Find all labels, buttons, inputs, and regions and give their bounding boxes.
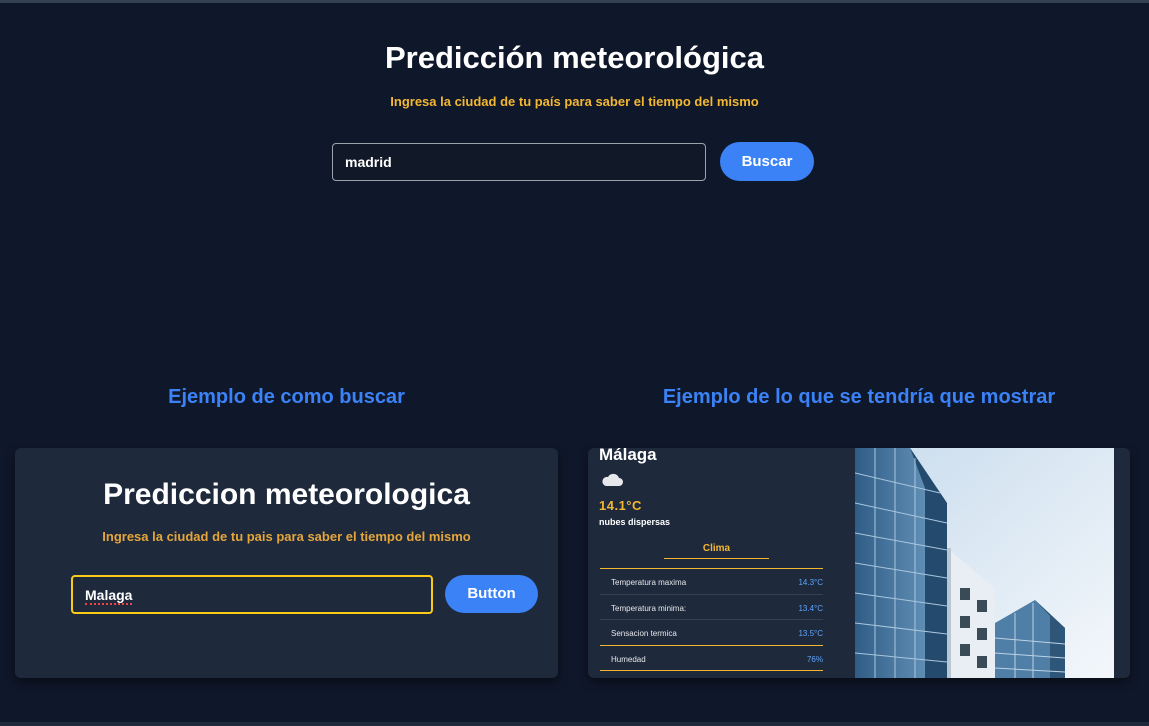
city-search-input[interactable] [332,143,706,181]
result-example-heading: Ejemplo de lo que se tendría que mostrar [662,386,1056,408]
page-subtitle: Ingresa la ciudad de tu país para saber … [390,94,759,109]
detail-row: Temperatura minima: 13.4°C [600,595,823,620]
card-right-edge [1114,448,1130,678]
search-button[interactable]: Buscar [720,142,814,181]
example-button: Button [445,575,538,613]
example-input-value: Malaga [85,587,133,605]
detail-value: 13.4°C [798,603,823,613]
clima-section-label: Clima [664,543,769,559]
detail-value: 14.3°C [798,578,823,587]
detail-label: Humedad [611,654,646,664]
detail-value: 76% [806,654,823,664]
detail-row: Humedad 76% [600,646,823,671]
example-search-input: Malaga [71,575,433,614]
detail-row: Temperatura maxima 14.3°C [600,569,823,595]
example-subtitle: Ingresa la ciudad de tu pais para saber … [102,529,471,544]
detail-value: 13.5°C [798,629,823,638]
bottom-border [0,722,1149,726]
cloud-icon [602,473,623,486]
weather-details-table: Temperatura maxima 14.3°C Temperatura mi… [600,568,823,671]
detail-row: Sensacion termica 13.5°C [600,620,823,646]
weather-description: nubes dispersas [599,517,671,527]
search-example-card: Prediccion meteorologica Ingresa la ciud… [15,448,558,678]
detail-label: Sensacion termica [611,629,677,638]
building-photo [855,448,1114,678]
temperature-value: 14.1°C [599,498,642,513]
result-example-card: Málaga 14.1°C nubes dispersas Clima Temp… [588,448,1130,678]
detail-label: Temperatura minima: [611,603,687,613]
example-title: Prediccion meteorologica [103,478,470,511]
top-border [0,0,1149,3]
detail-label: Temperatura maxima [611,578,687,587]
page-title: Predicción meteorológica [385,40,764,75]
search-example-heading: Ejemplo de como buscar [168,386,405,408]
city-name: Málaga [599,448,657,464]
